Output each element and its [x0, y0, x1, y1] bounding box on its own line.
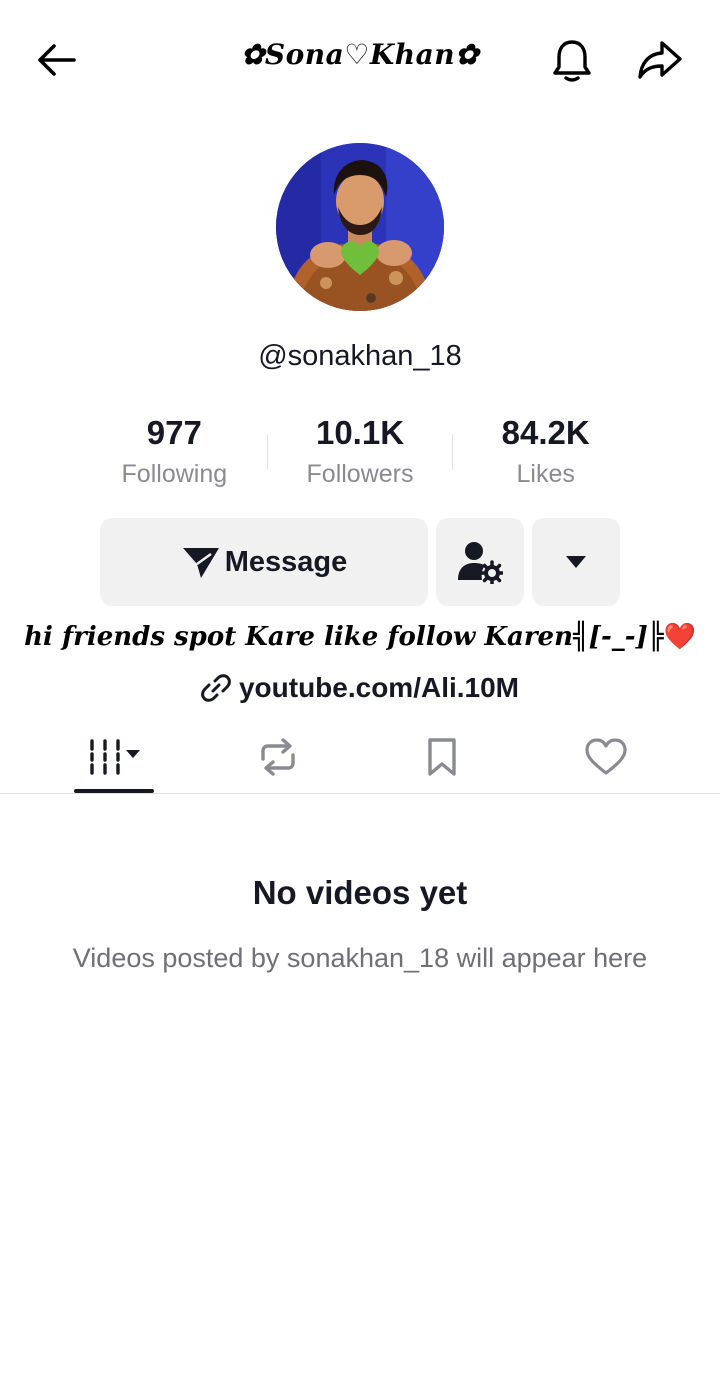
notifications-button[interactable]	[544, 34, 600, 86]
tab-videos[interactable]	[74, 720, 154, 794]
bell-icon	[553, 40, 591, 82]
share-button[interactable]	[630, 34, 690, 86]
tab-liked[interactable]	[566, 720, 646, 794]
bio-text: hi friends spot Kare like follow Karen╣[…	[24, 622, 664, 652]
avatar-photo	[276, 143, 444, 311]
repost-icon	[261, 738, 295, 776]
stat-following[interactable]: 977 Following	[82, 412, 267, 492]
tab-reposts[interactable]	[238, 720, 318, 794]
profile-page: ✿𝑺𝒐𝒏𝒂♡𝑲𝒉𝒂𝒏✿ @sonakhan_18 977 Following 1…	[0, 0, 720, 1399]
profile-bio: hi friends spot Kare like follow Karen╣[…	[0, 622, 720, 652]
grid-bars-icon	[90, 739, 140, 775]
profile-link[interactable]: youtube.com/Ali.10M	[0, 672, 720, 704]
followers-count: 10.1K	[315, 414, 405, 451]
empty-state-title: No videos yet	[252, 874, 468, 911]
user-gear-icon	[458, 542, 503, 584]
follow-settings-button[interactable]	[436, 518, 524, 606]
send-icon	[182, 548, 219, 578]
profile-avatar[interactable]	[276, 143, 444, 311]
following-label: Following	[121, 460, 228, 488]
stat-followers[interactable]: 10.1K Followers	[268, 412, 453, 492]
link-icon	[201, 674, 231, 702]
share-arrow-icon	[638, 41, 682, 79]
link-text: youtube.com/Ali.10M	[238, 672, 520, 703]
top-bar: ✿𝑺𝒐𝒏𝒂♡𝑲𝒉𝒂𝒏✿	[0, 0, 720, 120]
caret-down-icon	[566, 556, 586, 568]
stat-likes[interactable]: 84.2K Likes	[453, 412, 638, 492]
content-tabs	[0, 720, 720, 794]
message-button-label: Message	[224, 545, 348, 578]
heart-icon	[585, 738, 627, 775]
following-count: 977	[146, 414, 202, 451]
likes-count: 84.2K	[501, 414, 590, 451]
bio-heart: ❤️	[663, 622, 696, 652]
bookmark-icon	[428, 738, 456, 776]
profile-stats: 977 Following 10.1K Followers 84.2K Like…	[82, 412, 638, 492]
more-options-button[interactable]	[532, 518, 620, 606]
username: @sonakhan_18	[258, 340, 462, 372]
likes-label: Likes	[516, 460, 575, 488]
profile-display-name: ✿𝑺𝒐𝒏𝒂♡𝑲𝒉𝒂𝒏✿	[240, 38, 480, 71]
message-button[interactable]: Message	[100, 518, 428, 606]
active-tab-indicator	[74, 789, 154, 793]
followers-label: Followers	[306, 460, 414, 488]
empty-state-description: Videos posted by sonakhan_18 will appear…	[72, 943, 648, 973]
tab-favorites[interactable]	[402, 720, 482, 794]
profile-actions: Message	[100, 518, 620, 606]
